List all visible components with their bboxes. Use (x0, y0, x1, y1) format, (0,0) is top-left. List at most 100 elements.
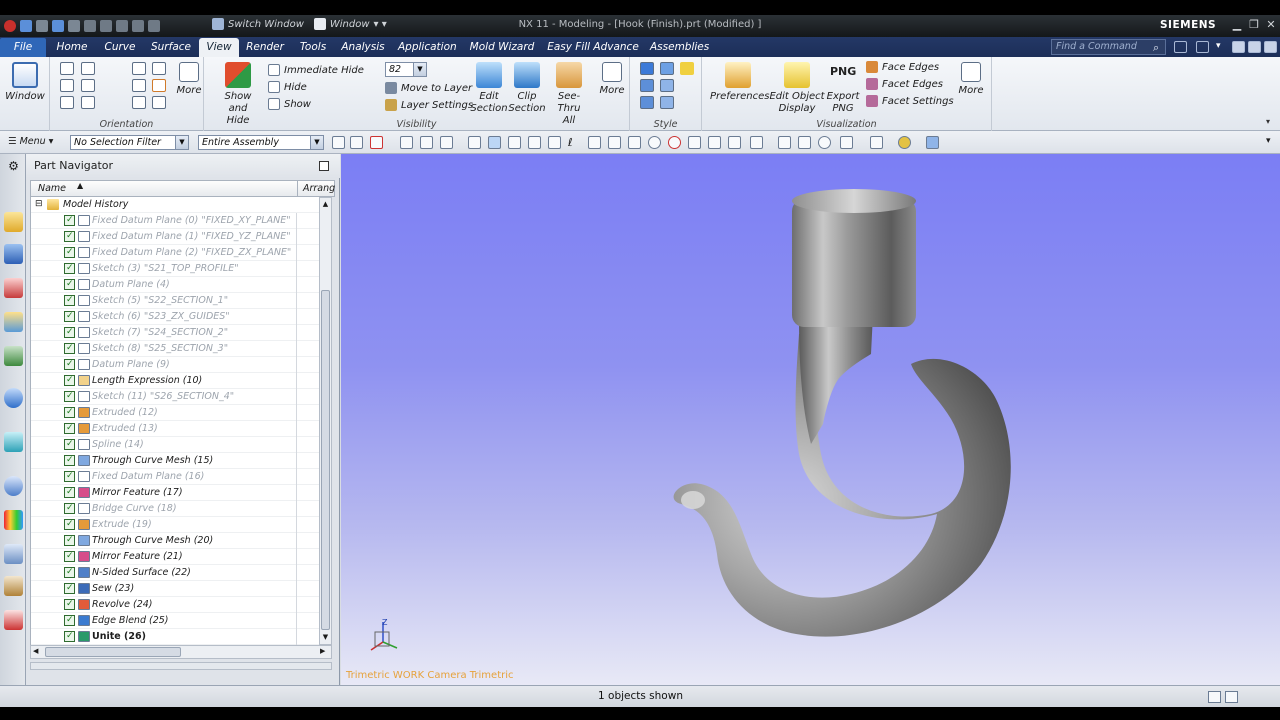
tab-assemblies[interactable]: Assemblies (650, 40, 709, 57)
visibility-checkbox[interactable] (64, 357, 75, 372)
tree-row-feature[interactable]: Fixed Datum Plane (0) "FIXED_XY_PLANE" (31, 213, 323, 229)
tab-easy-fill-advance[interactable]: Easy Fill Advance (547, 40, 639, 57)
minimize-icon[interactable]: ▁ (1230, 18, 1244, 32)
facet-edges-button[interactable]: Facet Edges (866, 78, 943, 90)
tree-row-feature[interactable]: Fixed Datum Plane (2) "FIXED_ZX_PLANE" (31, 245, 323, 261)
scroll-up-icon[interactable]: ▲ (321, 200, 330, 209)
tree-row-feature[interactable]: Sketch (8) "S25_SECTION_3" (31, 341, 323, 357)
tree-root-model-history[interactable]: ⊟ Model History (31, 197, 323, 213)
show-button[interactable]: Show (268, 98, 311, 110)
snap-bounded-icon[interactable] (750, 136, 763, 149)
reuse-library-icon[interactable] (4, 312, 23, 332)
visibility-checkbox[interactable] (64, 533, 75, 548)
tree-row-feature[interactable]: Fixed Datum Plane (16) (31, 469, 323, 485)
tree-row-feature[interactable]: Through Curve Mesh (20) (31, 533, 323, 549)
tree-row-feature[interactable]: Mirror Feature (21) (31, 549, 323, 565)
part-navigator-icon[interactable] (4, 278, 23, 298)
navigator-horizontal-scrollbar[interactable]: ◀ ▶ (30, 645, 332, 659)
fit-screen-icon[interactable] (1174, 41, 1187, 53)
visibility-checkbox[interactable] (64, 405, 75, 420)
tree-row-feature[interactable]: Bridge Curve (18) (31, 501, 323, 517)
visibility-checkbox[interactable] (64, 485, 75, 500)
tree-row-feature[interactable]: Sketch (5) "S22_SECTION_1" (31, 293, 323, 309)
facet-settings-button[interactable]: Facet Settings (866, 95, 954, 107)
model-history-tree[interactable]: ⊟ Model History Fixed Datum Plane (0) "F… (30, 197, 323, 645)
ribbon-collapse-icon[interactable]: ▾ (1266, 117, 1279, 129)
visibility-checkbox[interactable] (64, 517, 75, 532)
tree-row-feature[interactable]: Fixed Datum Plane (1) "FIXED_YZ_PLANE" (31, 229, 323, 245)
shaded-icon[interactable] (660, 62, 674, 75)
layer-selector[interactable]: 82 ▼ (385, 62, 427, 77)
visibility-checkbox[interactable] (64, 277, 75, 292)
inner-restore-icon[interactable] (1248, 41, 1261, 53)
render-style-icon[interactable] (870, 136, 883, 149)
tab-mold-wizard[interactable]: Mold Wizard (468, 40, 536, 57)
column-divider[interactable] (297, 181, 298, 196)
tab-curve[interactable]: Curve (102, 40, 138, 57)
visibility-checkbox[interactable] (64, 501, 75, 516)
clip-section-button[interactable]: Clip Section (508, 62, 546, 115)
layer-dropdown-icon[interactable]: ▼ (413, 63, 426, 76)
visibility-checkbox[interactable] (64, 613, 75, 628)
assembly-navigator-icon[interactable] (4, 212, 23, 232)
tree-row-feature[interactable]: Extruded (13) (31, 421, 323, 437)
palette-icon[interactable] (4, 610, 23, 630)
bottom-view-icon[interactable] (81, 79, 95, 92)
hide-button[interactable]: Hide (268, 81, 307, 93)
inner-close-icon[interactable] (1264, 41, 1277, 53)
snap-center-icon[interactable] (648, 136, 661, 149)
details-panel-collapsed[interactable] (30, 662, 332, 670)
rotate-view-icon[interactable] (818, 136, 831, 149)
collapse-icon[interactable]: ⊟ (35, 197, 43, 212)
zoom-area-icon[interactable] (798, 136, 811, 149)
tab-application[interactable]: Application (398, 40, 457, 57)
scroll-down-icon[interactable]: ▼ (321, 633, 330, 642)
hook-tip[interactable] (681, 491, 705, 509)
lasso-selection-icon[interactable] (420, 136, 433, 149)
roles-icon[interactable] (4, 510, 23, 530)
snap-intersection-icon[interactable] (708, 136, 721, 149)
snap-point-icon[interactable] (688, 136, 701, 149)
back-view-icon[interactable] (81, 62, 95, 75)
export-png-button[interactable]: PNG Export PNG (824, 62, 862, 115)
tab-home[interactable]: Home (54, 40, 90, 57)
tree-row-feature[interactable]: Sketch (3) "S21_TOP_PROFILE" (31, 261, 323, 277)
graphics-viewport[interactable]: Z Trimetric WORK Camera Trimetric (341, 154, 1280, 685)
settings-gear-icon[interactable]: ⚙ (4, 156, 23, 176)
hook-shank[interactable] (799, 314, 873, 444)
rotate-icon[interactable] (132, 96, 146, 109)
snap-quadrant-icon[interactable] (668, 136, 681, 149)
preferences-button[interactable]: Preferences (710, 62, 769, 103)
tree-row-feature[interactable]: Extruded (12) (31, 405, 323, 421)
tree-row-feature[interactable]: Sketch (6) "S23_ZX_GUIDES" (31, 309, 323, 325)
history-icon[interactable] (4, 432, 23, 452)
visualization-more-button[interactable]: More (956, 62, 986, 97)
visibility-checkbox[interactable] (64, 597, 75, 612)
visibility-checkbox[interactable] (64, 453, 75, 468)
visibility-checkbox[interactable] (64, 629, 75, 644)
hd3d-tools-icon[interactable] (4, 346, 23, 366)
scene-icon[interactable] (926, 136, 939, 149)
chevron-down-icon[interactable]: ▼ (175, 136, 188, 149)
visibility-checkbox[interactable] (64, 261, 75, 276)
wireframe-dim-icon[interactable] (640, 79, 654, 92)
general-selection-icon[interactable] (350, 136, 363, 149)
tab-file[interactable]: File (0, 38, 46, 57)
move-to-layer-button[interactable]: Move to Layer (385, 82, 472, 94)
tree-row-feature[interactable]: Datum Plane (4) (31, 277, 323, 293)
web-browser-icon[interactable] (4, 388, 23, 408)
help-icon[interactable] (1196, 41, 1209, 53)
tree-row-feature[interactable]: Extrude (19) (31, 517, 323, 533)
show-hidden-icon[interactable] (468, 136, 481, 149)
immediate-hide-button[interactable]: Immediate Hide (268, 64, 364, 76)
visibility-checkbox[interactable] (64, 421, 75, 436)
column-arrange[interactable]: Arrang (303, 183, 335, 194)
select-edges-icon[interactable] (508, 136, 521, 149)
visibility-checkbox[interactable] (64, 581, 75, 596)
zoom-icon[interactable] (152, 62, 166, 75)
tree-row-feature[interactable]: N-Sided Surface (22) (31, 565, 323, 581)
window-button[interactable]: Window (4, 62, 46, 103)
snap-arc-icon[interactable] (728, 136, 741, 149)
fit-icon[interactable] (132, 62, 146, 75)
show-and-hide-button[interactable]: Show and Hide (216, 62, 260, 127)
